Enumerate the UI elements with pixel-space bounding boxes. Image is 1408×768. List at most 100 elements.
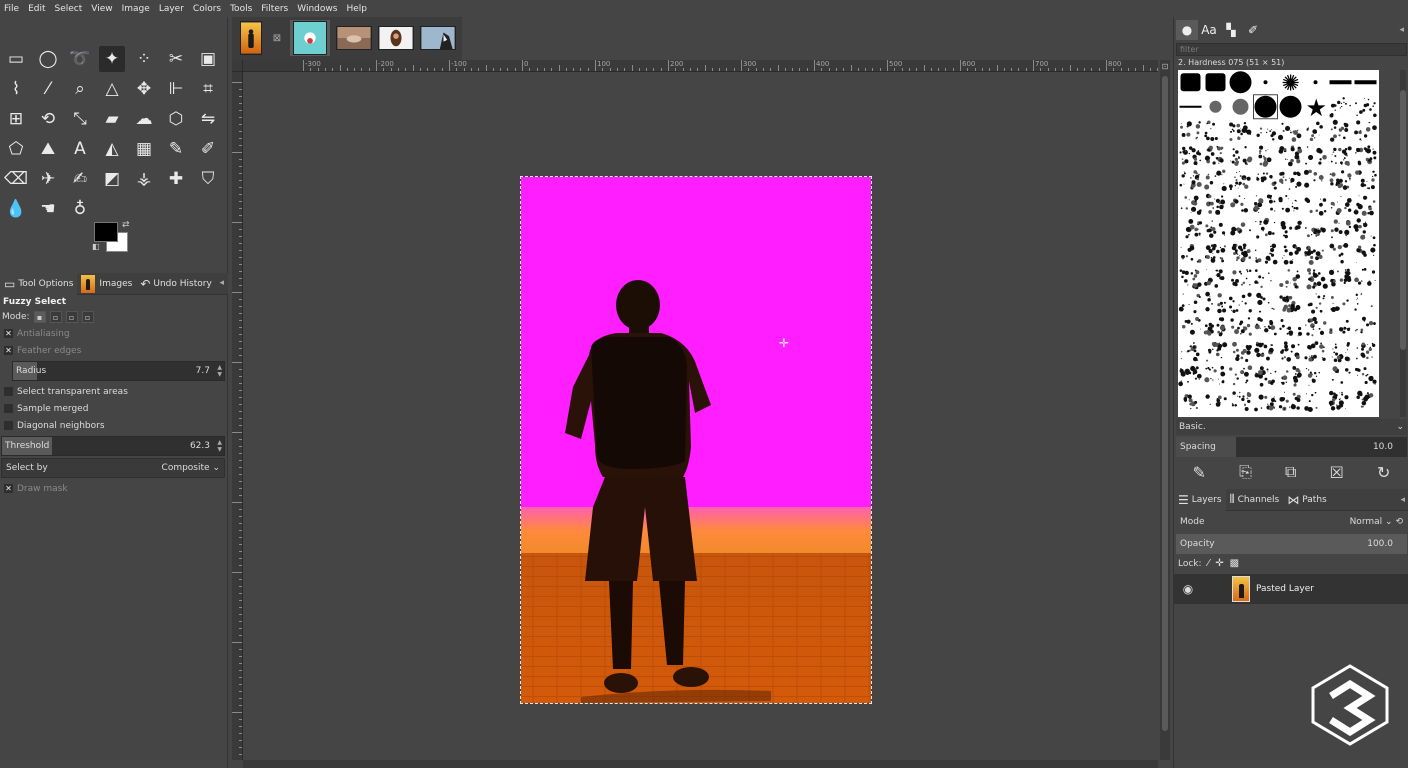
brush-thumbnail[interactable] bbox=[1305, 316, 1327, 337]
menu-view[interactable]: View bbox=[91, 4, 112, 14]
brush-thumbnail[interactable] bbox=[1279, 171, 1302, 190]
brush-thumbnail[interactable] bbox=[1329, 97, 1351, 118]
brush-thumbnail[interactable] bbox=[1330, 296, 1349, 313]
brush-thumbnail[interactable] bbox=[1304, 341, 1326, 362]
spacing-spinner[interactable]: Spacing 10.0 bbox=[1176, 437, 1407, 457]
brush-thumbnail[interactable] bbox=[1254, 394, 1277, 412]
foreground-color-swatch[interactable] bbox=[94, 222, 118, 242]
brush-thumbnail[interactable] bbox=[1180, 244, 1202, 263]
vertical-scroll-thumb[interactable] bbox=[1162, 76, 1168, 731]
brush-thumbnail[interactable] bbox=[1180, 121, 1201, 140]
brush-thumbnail[interactable] bbox=[1278, 195, 1299, 213]
brush-thumbnail[interactable] bbox=[1331, 366, 1351, 384]
unified-transform-icon[interactable]: ⊞ bbox=[3, 106, 29, 132]
menu-filters[interactable]: Filters bbox=[261, 4, 288, 14]
brush-thumbnail[interactable] bbox=[1205, 73, 1226, 92]
new-brush-icon[interactable]: ⎘ bbox=[1239, 462, 1252, 482]
brush-thumbnail[interactable] bbox=[1330, 119, 1349, 142]
brush-thumbnail[interactable] bbox=[1280, 366, 1302, 387]
brush-thumbnail[interactable] bbox=[1280, 220, 1302, 239]
dodge-burn-icon[interactable]: ♁ bbox=[67, 196, 93, 222]
brush-thumbnail[interactable] bbox=[1179, 105, 1202, 108]
brushes-dock-menu-icon[interactable]: ◂ bbox=[1399, 25, 1404, 35]
align-icon[interactable]: ⊩ bbox=[163, 76, 189, 102]
brush-thumbnail[interactable] bbox=[1203, 317, 1226, 337]
brush-thumbnail[interactable] bbox=[1329, 319, 1351, 335]
brush-thumbnails[interactable]: ✺★ bbox=[1178, 70, 1379, 417]
threshold-spinner[interactable]: Threshold 62.3 ▲ ▼ bbox=[1, 436, 225, 456]
menu-tools[interactable]: Tools bbox=[230, 4, 252, 14]
menu-help[interactable]: Help bbox=[346, 4, 367, 14]
brush-thumbnail[interactable] bbox=[1304, 197, 1327, 216]
layer-mode-row[interactable]: Mode Normal ⌄ ⟲ bbox=[1176, 513, 1407, 531]
brush-thumbnail[interactable] bbox=[1204, 169, 1227, 192]
brush-thumbnail[interactable] bbox=[1330, 146, 1352, 166]
brush-thumbnail[interactable] bbox=[1355, 170, 1377, 190]
brush-tag-dropdown[interactable]: Basic. ⌄ bbox=[1176, 419, 1407, 435]
navigate-icon[interactable]: ⊡ bbox=[1160, 60, 1170, 72]
brush-thumbnail[interactable] bbox=[1183, 394, 1198, 410]
paths-icon[interactable]: ⌇ bbox=[3, 76, 29, 102]
brush-thumbnail[interactable] bbox=[1230, 222, 1251, 236]
brush-thumbnail[interactable] bbox=[1253, 94, 1278, 120]
brush-thumbnail[interactable] bbox=[1179, 269, 1202, 290]
brush-thumbnail[interactable] bbox=[1354, 367, 1377, 385]
brush-thumbnail[interactable] bbox=[1279, 269, 1301, 289]
brush-thumbnail[interactable] bbox=[1258, 145, 1272, 167]
brushes-tab-icon[interactable]: ● bbox=[1176, 20, 1198, 40]
tab-tool-options[interactable]: ▭ Tool Options bbox=[0, 272, 78, 295]
color-select-icon[interactable]: ⁘ bbox=[131, 46, 157, 72]
brush-thumbnail[interactable] bbox=[1354, 268, 1376, 286]
tab-layers[interactable]: ☰ Layers bbox=[1174, 488, 1226, 511]
brush-thumbnail[interactable] bbox=[1204, 269, 1225, 288]
brush-thumbnail[interactable] bbox=[1263, 80, 1268, 85]
bucket-fill-icon[interactable]: ⛰ bbox=[35, 136, 61, 162]
brush-thumbnail[interactable] bbox=[1180, 195, 1202, 215]
brush-thumbnail[interactable] bbox=[1181, 317, 1201, 335]
brush-thumbnail[interactable] bbox=[1231, 269, 1252, 287]
duplicate-brush-icon[interactable]: ⧉ bbox=[1285, 462, 1296, 482]
lock-pixels-icon[interactable]: ⁄ bbox=[1208, 558, 1210, 569]
image-tab-5[interactable] bbox=[418, 20, 458, 56]
ellipse-select-icon[interactable]: ◯ bbox=[35, 46, 61, 72]
menu-file[interactable]: File bbox=[4, 4, 19, 14]
brush-thumbnail[interactable] bbox=[1304, 227, 1326, 238]
select-by-dropdown[interactable]: Select by Composite ⌄ bbox=[1, 458, 225, 478]
brush-thumbnail[interactable] bbox=[1255, 217, 1276, 239]
vertical-ruler[interactable] bbox=[232, 72, 243, 760]
brush-thumbnail[interactable] bbox=[1356, 390, 1374, 408]
tab-channels[interactable]: ⫴ Channels bbox=[1226, 489, 1284, 511]
brush-thumbnail[interactable] bbox=[1228, 171, 1251, 191]
brush-thumbnail[interactable] bbox=[1254, 269, 1272, 289]
perspective-clone-icon[interactable]: ⛉ bbox=[195, 166, 221, 192]
brush-thumbnail[interactable] bbox=[1313, 80, 1318, 85]
clone-icon[interactable]: ⚶ bbox=[131, 166, 157, 192]
rect-select-icon[interactable]: ▭ bbox=[3, 46, 29, 72]
brush-presets-tab-icon[interactable]: ✐ bbox=[1242, 20, 1264, 40]
brush-thumbnail[interactable] bbox=[1328, 390, 1349, 411]
brush-thumbnail[interactable] bbox=[1229, 71, 1252, 94]
threshold-spin-arrows-icon[interactable]: ▲ ▼ bbox=[217, 439, 222, 453]
brush-thumbnail[interactable] bbox=[1305, 367, 1320, 386]
brush-thumbnail[interactable] bbox=[1277, 122, 1302, 142]
brush-thumbnail[interactable] bbox=[1254, 341, 1274, 361]
brush-grid[interactable]: ✺ ★ bbox=[1178, 70, 1379, 417]
brush-thumbnail[interactable] bbox=[1304, 245, 1324, 265]
brush-thumbnail[interactable] bbox=[1256, 127, 1277, 141]
brush-thumbnail[interactable] bbox=[1354, 120, 1377, 141]
shear-icon[interactable]: ▰ bbox=[99, 106, 125, 132]
brush-thumbnail[interactable] bbox=[1279, 95, 1302, 118]
brush-thumbnail[interactable] bbox=[1330, 219, 1352, 239]
brush-thumbnail[interactable] bbox=[1180, 73, 1201, 92]
image-tab-2[interactable] bbox=[290, 20, 330, 56]
brush-thumbnail[interactable] bbox=[1180, 342, 1200, 362]
brush-thumbnail[interactable] bbox=[1353, 195, 1376, 216]
free-select-icon[interactable]: ➰ bbox=[67, 46, 93, 72]
horizontal-scrollbar[interactable] bbox=[243, 760, 1158, 768]
draw-mask-checkbox[interactable]: ✕ Draw mask bbox=[0, 480, 228, 497]
brush-thumbnail[interactable] bbox=[1204, 243, 1226, 263]
brush-thumbnail[interactable] bbox=[1303, 169, 1324, 188]
lock-position-icon[interactable]: ✛ bbox=[1215, 558, 1223, 569]
heal-icon[interactable]: ✚ bbox=[163, 166, 189, 192]
edit-brush-icon[interactable]: ✎ bbox=[1193, 463, 1206, 482]
